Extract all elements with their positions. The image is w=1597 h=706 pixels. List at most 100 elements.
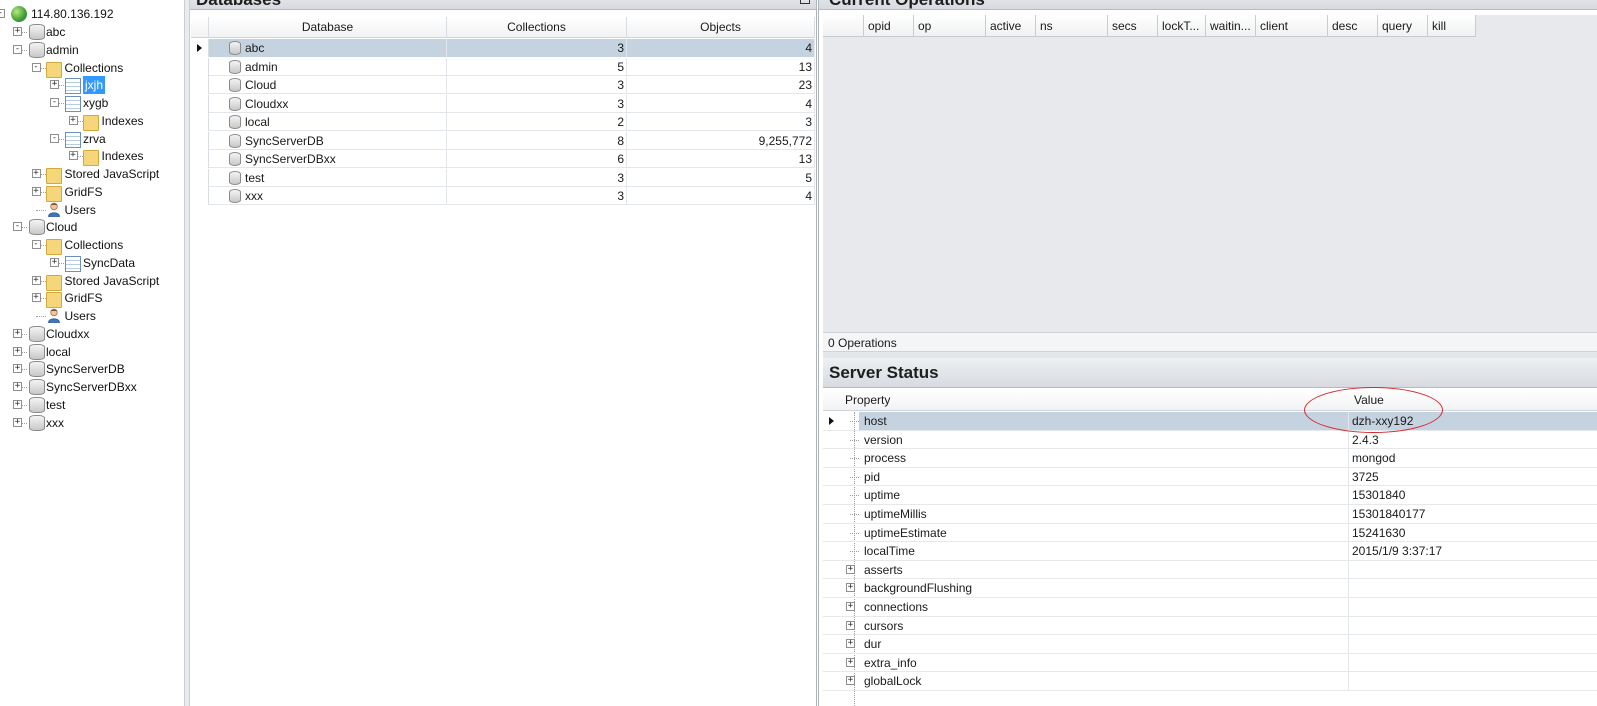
database-name-cell[interactable]: Cloud <box>209 76 447 94</box>
table-row[interactable]: SyncServerDBxx 6 13 <box>191 150 815 168</box>
property-row[interactable]: + backgroundFlushing <box>823 579 1597 598</box>
tree-node[interactable]: + Indexes <box>0 147 184 167</box>
row-header[interactable] <box>191 168 209 187</box>
tree-node[interactable]: - Collections <box>0 59 184 78</box>
column-header-collections[interactable]: Collections <box>447 17 627 38</box>
expand-icon[interactable]: + <box>68 115 78 125</box>
database-name-cell[interactable]: abc <box>209 39 447 57</box>
column-header-3[interactable]: active <box>986 15 1036 37</box>
maximize-icon[interactable] <box>800 0 810 4</box>
tree-node[interactable]: Users <box>0 307 184 325</box>
collections-cell[interactable]: 2 <box>447 113 627 131</box>
tree-node[interactable]: + SyncServerDBxx <box>0 378 184 396</box>
expand-icon[interactable]: + <box>846 564 855 574</box>
tree-node[interactable]: + Indexes <box>0 112 184 131</box>
database-name-cell[interactable]: Cloudxx <box>209 94 447 113</box>
expand-icon[interactable]: + <box>846 583 855 593</box>
collapse-icon[interactable]: - <box>0 9 5 18</box>
expand-icon[interactable]: + <box>68 151 78 161</box>
column-header-8[interactable]: client <box>1256 15 1328 37</box>
table-row[interactable]: abc 3 4 <box>191 39 815 57</box>
collapse-icon[interactable]: - <box>31 240 41 249</box>
expand-icon[interactable]: + <box>846 657 855 667</box>
objects-cell[interactable]: 4 <box>627 39 815 57</box>
expand-icon[interactable]: + <box>31 293 41 303</box>
property-row[interactable]: pid 3725 <box>823 467 1597 487</box>
collections-cell[interactable]: 6 <box>447 150 627 168</box>
column-header-5[interactable]: secs <box>1108 15 1158 37</box>
property-row[interactable]: + globalLock <box>823 672 1597 691</box>
tree-node[interactable]: + SyncData <box>0 254 184 272</box>
expand-icon[interactable]: + <box>31 186 41 196</box>
row-header[interactable] <box>191 113 209 131</box>
column-header-7[interactable]: waitin... <box>1206 15 1256 37</box>
tree-node[interactable]: - Cloud <box>0 218 184 236</box>
column-header-property[interactable]: Property <box>823 390 1349 411</box>
property-row[interactable]: + connections <box>823 598 1597 617</box>
column-header-database[interactable]: Database <box>209 17 447 38</box>
collections-cell[interactable]: 5 <box>447 57 627 76</box>
collections-cell[interactable]: 3 <box>447 94 627 113</box>
objects-cell[interactable]: 9,255,772 <box>627 131 815 150</box>
tree-server-node[interactable]: - 114.80.136.192 <box>0 5 184 23</box>
database-name-cell[interactable]: SyncServerDBxx <box>209 150 447 168</box>
tree-node[interactable]: - xygb <box>0 94 184 112</box>
collections-cell[interactable]: 3 <box>447 168 627 187</box>
column-header-6[interactable]: lockT... <box>1158 15 1206 37</box>
tree-node[interactable]: + jxjh <box>0 76 184 95</box>
expand-icon[interactable]: + <box>846 602 855 611</box>
database-name-cell[interactable]: admin <box>209 57 447 76</box>
row-header[interactable] <box>191 187 209 205</box>
tree-node[interactable]: - admin <box>0 41 184 59</box>
table-row[interactable]: Cloudxx 3 4 <box>191 94 815 113</box>
expand-icon[interactable]: + <box>846 639 855 649</box>
collapse-icon[interactable]: - <box>50 98 59 107</box>
collections-cell[interactable]: 8 <box>447 131 627 150</box>
property-row[interactable]: localTime 2015/1/9 3:37:17 <box>823 542 1597 561</box>
database-name-cell[interactable]: test <box>209 168 447 187</box>
collections-cell[interactable]: 3 <box>447 39 627 57</box>
objects-cell[interactable]: 4 <box>627 94 815 113</box>
table-row[interactable]: SyncServerDB 8 9,255,772 <box>191 131 815 150</box>
tree-node[interactable]: Users <box>0 201 184 219</box>
table-row[interactable]: local 2 3 <box>191 113 815 131</box>
table-row[interactable]: Cloud 3 23 <box>191 76 815 94</box>
tree-node[interactable]: + Stored JavaScript <box>0 165 184 184</box>
tree-node[interactable]: + abc <box>0 23 184 41</box>
tree-node[interactable]: + GridFS <box>0 289 184 309</box>
property-row[interactable]: version 2.4.3 <box>823 430 1597 450</box>
objects-cell[interactable]: 13 <box>627 57 815 76</box>
expand-icon[interactable]: + <box>846 676 855 686</box>
expand-icon[interactable]: + <box>13 382 22 391</box>
column-header-value[interactable]: Value <box>1349 390 1597 411</box>
database-name-cell[interactable]: xxx <box>209 187 447 205</box>
row-header[interactable] <box>191 150 209 168</box>
table-row[interactable]: xxx 3 4 <box>191 187 815 205</box>
expand-icon[interactable]: + <box>13 27 22 36</box>
objects-cell[interactable]: 13 <box>627 150 815 168</box>
expand-icon[interactable]: + <box>13 328 22 338</box>
objects-cell[interactable]: 3 <box>627 113 815 131</box>
column-header-9[interactable]: desc <box>1328 15 1378 37</box>
row-header[interactable] <box>191 131 209 150</box>
tree-node[interactable]: + Stored JavaScript <box>0 272 184 291</box>
property-row[interactable]: + dur <box>823 635 1597 654</box>
tree-node[interactable]: + SyncServerDB <box>0 360 184 378</box>
property-row[interactable]: uptime 15301840 <box>823 486 1597 505</box>
expand-icon[interactable]: + <box>846 620 855 630</box>
collections-cell[interactable]: 3 <box>447 76 627 94</box>
row-header[interactable] <box>191 57 209 76</box>
collapse-icon[interactable]: - <box>50 133 59 143</box>
table-row[interactable]: test 3 5 <box>191 168 815 187</box>
column-header-1[interactable]: opid <box>864 15 914 37</box>
expand-icon[interactable]: + <box>31 275 41 285</box>
column-header-11[interactable]: kill <box>1428 15 1476 37</box>
expand-icon[interactable]: + <box>13 346 22 356</box>
property-row[interactable]: process mongod <box>823 449 1597 468</box>
row-header[interactable] <box>191 76 209 94</box>
tree-node[interactable]: + Cloudxx <box>0 325 184 343</box>
property-row[interactable]: + cursors <box>823 616 1597 636</box>
row-header[interactable] <box>191 94 209 113</box>
tree-node[interactable]: - Collections <box>0 236 184 255</box>
expand-icon[interactable]: + <box>50 257 59 267</box>
